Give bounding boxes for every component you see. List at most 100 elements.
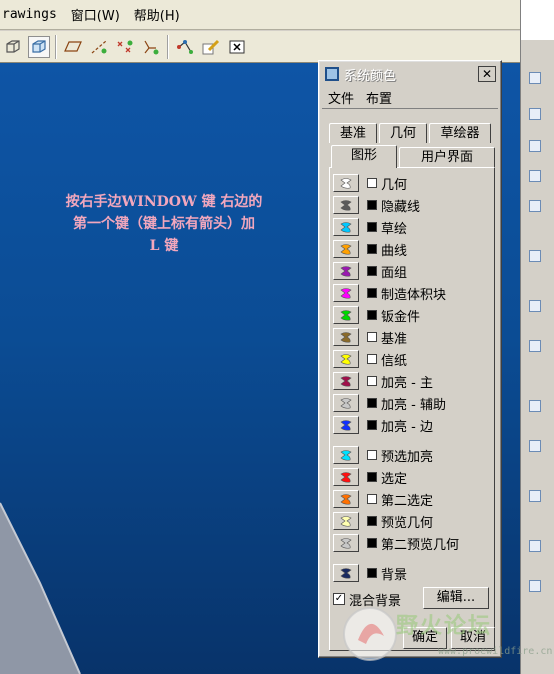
color-swatch-button[interactable] <box>333 534 359 552</box>
dialog-title-bar[interactable]: 系统颜色 ✕ <box>322 64 498 84</box>
edit-button[interactable]: 编辑... <box>423 587 489 609</box>
instruction-note: 按右手边WINDOW 键 右边的 第一个键（键上标有箭头）加 L 键 <box>65 194 263 254</box>
color-swatch-button[interactable] <box>333 468 359 486</box>
feature-tool-icon[interactable] <box>529 250 541 262</box>
color-visibility-checkbox[interactable] <box>367 568 377 578</box>
coordinate-system-icon[interactable] <box>140 36 162 58</box>
color-visibility-checkbox[interactable] <box>367 332 377 342</box>
color-swatch-button[interactable] <box>333 350 359 368</box>
color-visibility-checkbox[interactable] <box>367 178 377 188</box>
feature-tool-icon[interactable] <box>529 490 541 502</box>
color-visibility-checkbox[interactable] <box>367 420 377 430</box>
color-swatch-button[interactable] <box>333 218 359 236</box>
datum-axis-icon[interactable] <box>88 36 110 58</box>
color-swatch-button[interactable] <box>333 284 359 302</box>
color-row-label: 面组 <box>381 265 408 281</box>
dialog-menu-layout[interactable]: 布置 <box>360 88 398 107</box>
color-swatch-icon <box>340 568 352 579</box>
color-swatch-icon <box>340 244 352 255</box>
color-visibility-checkbox[interactable] <box>367 494 377 504</box>
window-icon <box>325 67 339 81</box>
color-row-label: 预览几何 <box>381 515 434 531</box>
color-visibility-checkbox[interactable] <box>367 472 377 482</box>
tab-geometry[interactable]: 几何 <box>379 123 427 143</box>
color-swatch-button[interactable] <box>333 262 359 280</box>
color-row-label: 隐藏线 <box>381 199 421 215</box>
toolbar <box>0 31 520 63</box>
color-row-label: 背景 <box>381 567 408 583</box>
color-swatch-icon <box>340 450 352 461</box>
color-visibility-checkbox[interactable] <box>367 398 377 408</box>
ok-button[interactable]: 确定 <box>403 627 447 649</box>
color-swatch-button[interactable] <box>333 512 359 530</box>
datum-plane-icon[interactable] <box>62 36 84 58</box>
cancel-button[interactable]: 取消 <box>451 627 495 649</box>
color-swatch-icon <box>340 222 352 233</box>
feature-tool-icon[interactable] <box>529 170 541 182</box>
color-swatch-button[interactable] <box>333 240 359 258</box>
close-button[interactable]: ✕ <box>478 66 496 82</box>
color-visibility-checkbox[interactable] <box>367 310 377 320</box>
dialog-menu-file[interactable]: 文件 <box>322 88 360 107</box>
color-swatch-button[interactable] <box>333 446 359 464</box>
color-visibility-checkbox[interactable] <box>367 450 377 460</box>
color-visibility-checkbox[interactable] <box>367 538 377 548</box>
toolbar-separator <box>55 34 57 59</box>
feature-tool-icon[interactable] <box>529 108 541 120</box>
feature-tool-icon[interactable] <box>529 300 541 312</box>
color-row-label: 草绘 <box>381 221 408 237</box>
menu-bar: rawings 窗口(W) 帮助(H) <box>0 0 520 30</box>
menu-help[interactable]: 帮助(H) <box>127 5 187 24</box>
color-visibility-checkbox[interactable] <box>367 354 377 364</box>
color-row: 几何 <box>333 173 407 193</box>
tab-user-interface[interactable]: 用户界面 <box>399 147 495 167</box>
color-row-label: 加亮 - 辅助 <box>381 397 446 413</box>
menu-drawings[interactable]: rawings <box>0 7 64 22</box>
mix-background-label: 混合背景 <box>349 593 402 609</box>
color-swatch-button[interactable] <box>333 328 359 346</box>
tab-sketcher[interactable]: 草绘器 <box>429 123 491 143</box>
tab-datum[interactable]: 基准 <box>329 123 377 143</box>
color-swatch-button[interactable] <box>333 394 359 412</box>
spin-center-icon[interactable] <box>174 36 196 58</box>
color-visibility-checkbox[interactable] <box>367 266 377 276</box>
feature-tool-icon[interactable] <box>529 200 541 212</box>
annotation-pencil-icon[interactable] <box>200 36 222 58</box>
color-swatch-icon <box>340 266 352 277</box>
color-row: 隐藏线 <box>333 195 420 215</box>
feature-tool-icon[interactable] <box>529 580 541 592</box>
color-swatch-button[interactable] <box>333 490 359 508</box>
color-row-label: 钣金件 <box>381 309 421 325</box>
color-visibility-checkbox[interactable] <box>367 516 377 526</box>
feature-tool-icon[interactable] <box>529 340 541 352</box>
color-swatch-button[interactable] <box>333 372 359 390</box>
color-visibility-checkbox[interactable] <box>367 200 377 210</box>
menu-window[interactable]: 窗口(W) <box>64 5 127 24</box>
feature-tool-icon[interactable] <box>529 540 541 552</box>
color-row-label: 几何 <box>381 177 408 193</box>
color-visibility-checkbox[interactable] <box>367 376 377 386</box>
color-swatch-button[interactable] <box>333 564 359 582</box>
tab-graphics[interactable]: 图形 <box>331 145 397 168</box>
color-visibility-checkbox[interactable] <box>367 288 377 298</box>
feature-tool-icon[interactable] <box>529 140 541 152</box>
wireframe-view-icon[interactable] <box>2 36 24 58</box>
color-swatch-button[interactable] <box>333 306 359 324</box>
feature-tool-icon[interactable] <box>529 400 541 412</box>
feature-tool-icon[interactable] <box>529 440 541 452</box>
close-window-icon[interactable] <box>226 36 248 58</box>
datum-point-icon[interactable] <box>114 36 136 58</box>
color-swatch-icon <box>340 200 352 211</box>
color-swatch-button[interactable] <box>333 416 359 434</box>
color-swatch-button[interactable] <box>333 174 359 192</box>
mix-background-checkbox[interactable]: ✓ <box>333 593 345 605</box>
color-row: 信纸 <box>333 349 407 369</box>
color-row: 加亮 - 边 <box>333 415 433 435</box>
color-visibility-checkbox[interactable] <box>367 244 377 254</box>
shaded-view-icon[interactable] <box>28 35 50 58</box>
color-row-label: 加亮 - 边 <box>381 419 433 435</box>
feature-tool-icon[interactable] <box>529 72 541 84</box>
color-swatch-button[interactable] <box>333 196 359 214</box>
mix-background-row[interactable]: ✓ 混合背景 <box>333 589 401 609</box>
color-visibility-checkbox[interactable] <box>367 222 377 232</box>
